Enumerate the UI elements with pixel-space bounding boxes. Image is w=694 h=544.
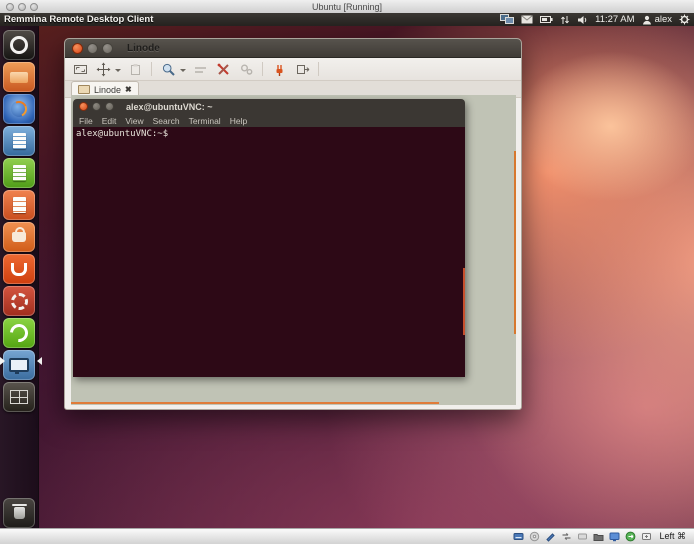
clipboard-icon[interactable]	[126, 60, 144, 78]
workspace-grid-glyph	[10, 390, 28, 404]
swirl-glyph	[6, 320, 31, 345]
connection-icon	[78, 85, 90, 94]
shell-prompt: alex@ubuntuVNC:~$	[73, 127, 465, 139]
ubuntu-top-panel: Remmina Remote Desktop Client	[0, 13, 694, 26]
mouse-integration-icon[interactable]	[625, 531, 636, 542]
dash-home-icon[interactable]	[3, 30, 35, 60]
clock[interactable]: 11:27 AM	[595, 14, 634, 25]
display-icon[interactable]	[609, 531, 620, 542]
vm-window-title: Ubuntu [Running]	[0, 2, 694, 12]
preferences-tools-icon[interactable]	[214, 60, 232, 78]
disconnect-plug-icon[interactable]	[270, 60, 288, 78]
fit-window-icon[interactable]	[94, 60, 112, 78]
toolbar-separator	[318, 62, 319, 76]
u-glyph	[11, 263, 27, 276]
menu-file[interactable]: File	[79, 116, 93, 126]
terminal-titlebar[interactable]: alex@ubuntuVNC: ~	[73, 99, 465, 114]
remmina-close-button[interactable]	[72, 43, 83, 54]
scaled-mode-icon[interactable]	[191, 60, 209, 78]
virtualbox-vm-screen: Ubuntu [Running] Remmina Remote Desktop …	[0, 0, 694, 544]
network-icon[interactable]	[561, 531, 572, 542]
remote-desktop-indicator-icon[interactable]	[500, 14, 514, 25]
software-updater-icon[interactable]	[3, 318, 35, 348]
zoom-dropdown-caret[interactable]	[180, 69, 186, 75]
firefox-glyph	[11, 101, 27, 117]
messages-icon[interactable]	[521, 15, 533, 24]
gears-icon[interactable]	[237, 60, 255, 78]
battery-icon[interactable]	[540, 15, 553, 24]
workspace-switcher-icon[interactable]	[3, 382, 35, 412]
menu-terminal[interactable]: Terminal	[189, 116, 221, 126]
libreoffice-calc-icon[interactable]	[3, 158, 35, 188]
hdd-icon[interactable]	[513, 531, 524, 542]
detach-window-icon[interactable]	[293, 60, 311, 78]
tab-label: Linode	[94, 85, 121, 95]
remmina-maximize-button[interactable]	[102, 43, 113, 54]
terminal-close-button[interactable]	[79, 102, 88, 111]
gear-glyph	[11, 293, 28, 310]
active-app-name[interactable]: Remmina Remote Desktop Client	[4, 14, 153, 25]
host-key-label: Left ⌘	[659, 531, 686, 542]
keyboard-icon[interactable]	[641, 531, 652, 542]
vm-window-titlebar[interactable]: Ubuntu [Running]	[0, 0, 694, 14]
menu-search[interactable]: Search	[153, 116, 180, 126]
user-name: alex	[655, 14, 672, 25]
shopping-bag-glyph	[12, 232, 26, 242]
calc-doc-glyph	[13, 165, 26, 181]
indicator-tray: 11:27 AM alex	[500, 13, 690, 26]
trash-can-glyph	[14, 507, 25, 519]
ubuntu-logo	[10, 36, 28, 54]
menu-view[interactable]: View	[125, 116, 143, 126]
terminal-title: alex@ubuntuVNC: ~	[126, 102, 213, 112]
remmina-launcher-icon[interactable]	[3, 350, 35, 380]
remote-desktop-view[interactable]: alex@ubuntuVNC: ~ File Edit View Search …	[71, 95, 516, 405]
audio-icon[interactable]	[545, 531, 556, 542]
terminal-maximize-button[interactable]	[105, 102, 114, 111]
zoom-icon[interactable]	[159, 60, 177, 78]
running-indicator-arrow	[0, 357, 9, 365]
toolbar-separator	[151, 62, 152, 76]
menu-help[interactable]: Help	[230, 116, 247, 126]
remote-artifact-vertical	[514, 151, 516, 334]
toolbar-separator	[262, 62, 263, 76]
fit-window-dropdown-caret[interactable]	[115, 69, 121, 75]
shared-folders-icon[interactable]	[593, 531, 604, 542]
focused-indicator-arrow	[33, 357, 42, 365]
folder-glyph	[10, 72, 28, 83]
trash-icon[interactable]	[3, 498, 35, 528]
unity-launcher	[0, 26, 39, 528]
remmina-window-title: Linode	[127, 43, 160, 54]
user-icon	[642, 15, 652, 25]
tab-close-icon[interactable]: ✖	[125, 86, 132, 94]
terminal-menubar: File Edit View Search Terminal Help	[73, 114, 465, 127]
terminal-artifact-line	[463, 268, 465, 335]
remmina-minimize-button[interactable]	[87, 43, 98, 54]
usb-icon[interactable]	[577, 531, 588, 542]
firefox-icon[interactable]	[3, 94, 35, 124]
remote-artifact-horizontal	[71, 402, 439, 404]
libreoffice-impress-icon[interactable]	[3, 190, 35, 220]
writer-doc-glyph	[13, 133, 26, 149]
cd-icon[interactable]	[529, 531, 540, 542]
terminal-body[interactable]: alex@ubuntuVNC:~$	[73, 127, 465, 377]
monitor-glyph	[9, 358, 29, 372]
menu-edit[interactable]: Edit	[102, 116, 117, 126]
remmina-toolbar	[65, 58, 521, 81]
sync-arrows-icon[interactable]	[560, 15, 570, 25]
ubuntu-one-icon[interactable]	[3, 254, 35, 284]
user-menu[interactable]: alex	[642, 14, 672, 25]
system-settings-icon[interactable]	[3, 286, 35, 316]
session-gear-icon[interactable]	[679, 14, 690, 25]
terminal-window: alex@ubuntuVNC: ~ File Edit View Search …	[73, 99, 465, 377]
impress-doc-glyph	[13, 197, 26, 213]
remmina-titlebar[interactable]: Linode	[65, 39, 521, 58]
virtualbox-statusbar: Left ⌘	[0, 528, 694, 544]
home-folder-icon[interactable]	[3, 62, 35, 92]
sound-icon[interactable]	[577, 15, 588, 25]
remmina-window: Linode	[64, 38, 522, 410]
software-center-icon[interactable]	[3, 222, 35, 252]
libreoffice-writer-icon[interactable]	[3, 126, 35, 156]
terminal-minimize-button[interactable]	[92, 102, 101, 111]
fullscreen-icon[interactable]	[71, 60, 89, 78]
